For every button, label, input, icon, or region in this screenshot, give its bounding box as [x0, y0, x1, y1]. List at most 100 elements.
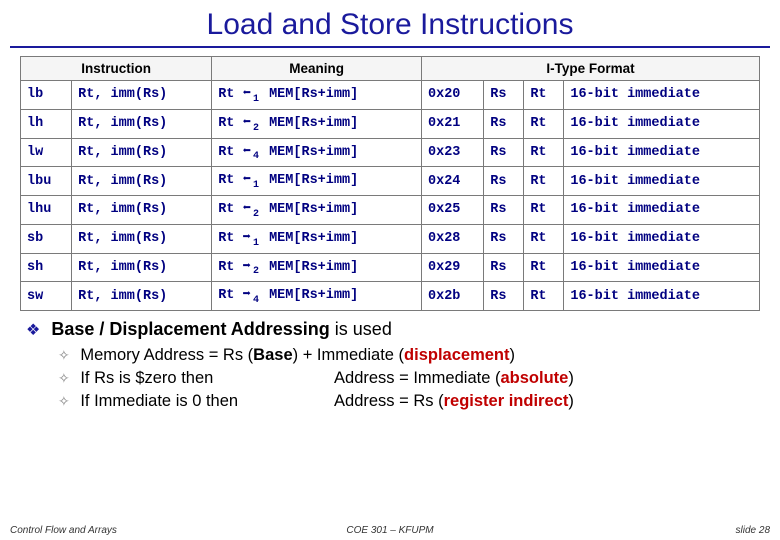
table-row: lwRt, imm(Rs)Rt ⬅4 MEM[Rs+imm]0x23RsRt16… — [21, 138, 760, 167]
sub-bullet-imm0: ✧ If Immediate is 0 then Address = Rs (r… — [58, 392, 780, 411]
cell-args: Rt, imm(Rs) — [72, 196, 212, 225]
cell-args: Rt, imm(Rs) — [72, 138, 212, 167]
cell-args: Rt, imm(Rs) — [72, 282, 212, 311]
byte-count: 4 — [253, 151, 259, 162]
cell-rt: Rt — [524, 253, 564, 282]
sub3-post: ) — [568, 392, 574, 410]
sub2-addr-pre: Address = Immediate ( — [334, 369, 500, 387]
diamond-small-icon: ✧ — [58, 393, 70, 409]
table-row: sbRt, imm(Rs)Rt ➡1 MEM[Rs+imm]0x28RsRt16… — [21, 224, 760, 253]
cell-rs: Rs — [484, 81, 524, 110]
cell-op: sh — [21, 253, 72, 282]
arrow-left-icon: ⬅ — [243, 114, 251, 131]
cell-rs: Rs — [484, 282, 524, 311]
arrow-left-icon: ⬅ — [243, 85, 251, 102]
diamond-small-icon: ✧ — [58, 370, 70, 386]
cell-rs: Rs — [484, 109, 524, 138]
cell-opcode: 0x24 — [422, 167, 484, 196]
cell-args: Rt, imm(Rs) — [72, 109, 212, 138]
bullet1-bold: Base / Displacement Addressing — [51, 319, 329, 339]
cell-args: Rt, imm(Rs) — [72, 81, 212, 110]
cell-opcode: 0x25 — [422, 196, 484, 225]
cell-rs: Rs — [484, 196, 524, 225]
byte-count: 4 — [253, 295, 259, 306]
cell-rt: Rt — [524, 167, 564, 196]
cell-meaning: Rt ➡4 MEM[Rs+imm] — [212, 282, 422, 311]
sub1-base: Base — [253, 346, 292, 364]
cell-meaning: Rt ➡1 MEM[Rs+imm] — [212, 224, 422, 253]
byte-count: 2 — [253, 123, 259, 134]
cell-opcode: 0x2b — [422, 282, 484, 311]
cell-rt: Rt — [524, 81, 564, 110]
sub3-addr-pre: Address = Rs ( — [334, 392, 444, 410]
cell-meaning: Rt ⬅4 MEM[Rs+imm] — [212, 138, 422, 167]
sub3-if: If Immediate is 0 then — [80, 392, 330, 411]
cell-imm: 16-bit immediate — [564, 138, 760, 167]
cell-meaning: Rt ⬅1 MEM[Rs+imm] — [212, 167, 422, 196]
th-instruction: Instruction — [21, 57, 212, 81]
bullet-addressing: ❖ Base / Displacement Addressing is used — [26, 319, 780, 340]
diamond-icon: ❖ — [26, 322, 40, 339]
cell-rt: Rt — [524, 282, 564, 311]
cell-op: sb — [21, 224, 72, 253]
byte-count: 1 — [253, 94, 259, 105]
diamond-small-icon: ✧ — [58, 347, 70, 363]
footer: Control Flow and Arrays COE 301 – KFUPM … — [0, 525, 780, 536]
page-title: Load and Store Instructions — [0, 0, 780, 46]
table-row: shRt, imm(Rs)Rt ➡2 MEM[Rs+imm]0x29RsRt16… — [21, 253, 760, 282]
cell-imm: 16-bit immediate — [564, 282, 760, 311]
arrow-left-icon: ⬅ — [243, 143, 251, 160]
cell-imm: 16-bit immediate — [564, 81, 760, 110]
footer-center: COE 301 – KFUPM — [346, 525, 433, 536]
cell-rt: Rt — [524, 138, 564, 167]
cell-rt: Rt — [524, 109, 564, 138]
sub-bullet-zero: ✧ If Rs is $zero then Address = Immediat… — [58, 369, 780, 388]
arrow-left-icon: ⬅ — [243, 171, 251, 188]
byte-count: 1 — [253, 238, 259, 249]
cell-op: lhu — [21, 196, 72, 225]
cell-rt: Rt — [524, 196, 564, 225]
cell-op: lb — [21, 81, 72, 110]
cell-opcode: 0x21 — [422, 109, 484, 138]
bullet1-post: is used — [330, 319, 392, 339]
bullet-list: ❖ Base / Displacement Addressing is used… — [26, 319, 780, 411]
cell-opcode: 0x23 — [422, 138, 484, 167]
table-row: lhRt, imm(Rs)Rt ⬅2 MEM[Rs+imm]0x21RsRt16… — [21, 109, 760, 138]
cell-args: Rt, imm(Rs) — [72, 167, 212, 196]
table-row: lbRt, imm(Rs)Rt ⬅1 MEM[Rs+imm]0x20RsRt16… — [21, 81, 760, 110]
cell-op: lh — [21, 109, 72, 138]
cell-imm: 16-bit immediate — [564, 196, 760, 225]
arrow-right-icon: ➡ — [243, 286, 251, 303]
cell-op: sw — [21, 282, 72, 311]
table-header-row: Instruction Meaning I-Type Format — [21, 57, 760, 81]
cell-opcode: 0x29 — [422, 253, 484, 282]
cell-op: lw — [21, 138, 72, 167]
cell-args: Rt, imm(Rs) — [72, 253, 212, 282]
arrow-left-icon: ⬅ — [243, 200, 251, 217]
sub1-post: ) — [510, 346, 516, 364]
byte-count: 2 — [253, 209, 259, 220]
sub2-if: If Rs is $zero then — [80, 369, 330, 388]
footer-right: slide 28 — [736, 525, 770, 536]
cell-meaning: Rt ⬅2 MEM[Rs+imm] — [212, 196, 422, 225]
cell-rs: Rs — [484, 167, 524, 196]
arrow-right-icon: ➡ — [243, 229, 251, 246]
title-underline — [10, 46, 770, 48]
cell-op: lbu — [21, 167, 72, 196]
th-meaning: Meaning — [212, 57, 422, 81]
table-row: swRt, imm(Rs)Rt ➡4 MEM[Rs+imm]0x2bRsRt16… — [21, 282, 760, 311]
cell-opcode: 0x20 — [422, 81, 484, 110]
arrow-right-icon: ➡ — [243, 258, 251, 275]
th-format: I-Type Format — [422, 57, 760, 81]
byte-count: 2 — [253, 266, 259, 277]
cell-imm: 16-bit immediate — [564, 109, 760, 138]
cell-rs: Rs — [484, 138, 524, 167]
sub-bullet-memaddr: ✧ Memory Address = Rs (Base) + Immediate… — [58, 346, 780, 365]
cell-meaning: Rt ⬅1 MEM[Rs+imm] — [212, 81, 422, 110]
cell-rt: Rt — [524, 224, 564, 253]
table-row: lbuRt, imm(Rs)Rt ⬅1 MEM[Rs+imm]0x24RsRt1… — [21, 167, 760, 196]
sub1-disp: displacement — [404, 346, 509, 364]
cell-opcode: 0x28 — [422, 224, 484, 253]
cell-imm: 16-bit immediate — [564, 167, 760, 196]
table-row: lhuRt, imm(Rs)Rt ⬅2 MEM[Rs+imm]0x25RsRt1… — [21, 196, 760, 225]
